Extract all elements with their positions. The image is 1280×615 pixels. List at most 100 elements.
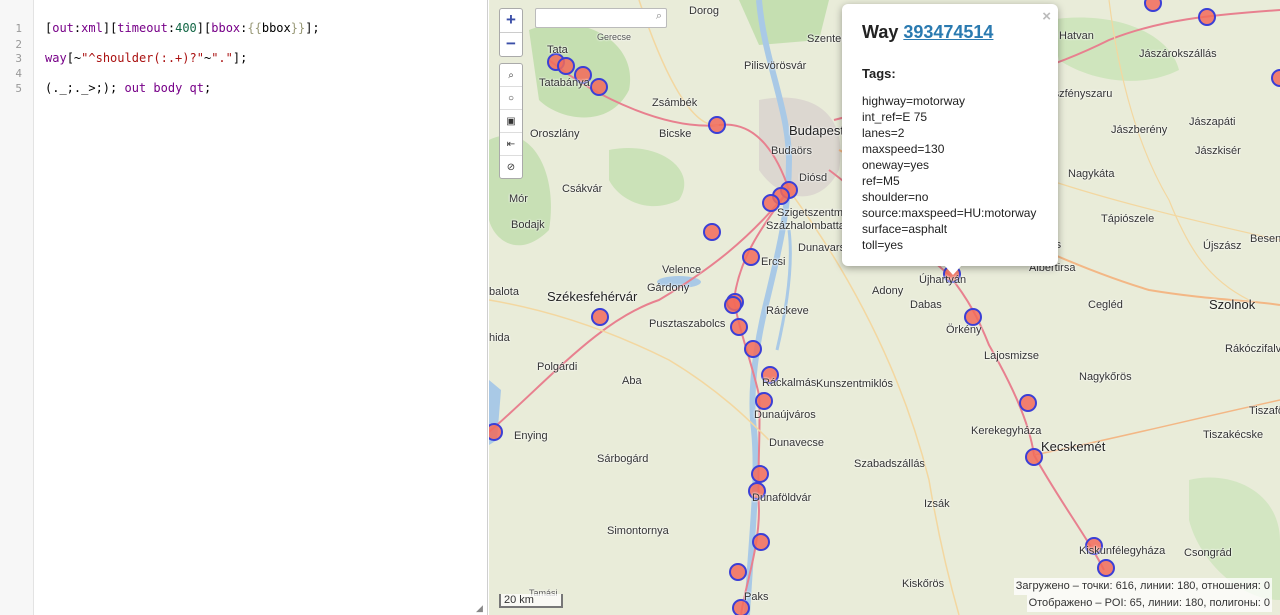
zoom-control: + − [499, 8, 523, 57]
city-label: Szenter [807, 33, 845, 45]
code-token: body [146, 81, 183, 95]
popup-tip [944, 265, 962, 275]
road-segment-marker[interactable] [752, 533, 770, 551]
road-segment-marker[interactable] [964, 308, 982, 326]
code-token: way [45, 51, 67, 65]
city-label: Kiskőrös [902, 578, 945, 590]
city-label: Dunaföldvár [752, 492, 812, 504]
road-segment-marker[interactable] [1019, 394, 1037, 412]
map-tools: ⌕ ○ ▣ ⇤ ⊘ [499, 63, 523, 179]
road-segment-marker[interactable] [1025, 448, 1043, 466]
city-label: Diósd [799, 172, 828, 184]
map-search-input[interactable]: ⌕ [535, 8, 667, 28]
code-token: {{ [247, 21, 262, 35]
code-token: xml [81, 21, 103, 35]
city-label: Dunavecse [769, 437, 825, 449]
code-token: "." [211, 51, 233, 65]
road-segment-marker[interactable] [724, 296, 742, 314]
city-label: Dabas [910, 299, 942, 311]
map-view[interactable]: Dorog Szenter Gerecse Pilisvörösvár Tata Tata… [489, 0, 1280, 615]
code-line[interactable]: [out:xml][timeout:400][bbox:{{bbox}}]; [45, 21, 320, 35]
city-label: Kiskunfélegyháza [1079, 545, 1166, 557]
city-label: hida [489, 332, 510, 344]
road-segment-marker[interactable] [751, 465, 769, 483]
data-stats: Загружено – точки: 616, линии: 180, отно… [1013, 578, 1272, 612]
locate-icon[interactable]: ○ [500, 86, 522, 109]
city-label: Paks [744, 591, 769, 603]
code-token: "^shoulder(:.+)?" [81, 51, 204, 65]
city-label: Kecskemét [1041, 439, 1106, 454]
zoom-in-button[interactable]: + [500, 9, 522, 32]
code-token: qt [182, 81, 204, 95]
road-segment-marker[interactable] [742, 248, 760, 266]
road-segment-marker[interactable] [1271, 69, 1280, 87]
layers-icon[interactable]: ▣ [500, 109, 522, 132]
road-segment-marker[interactable] [730, 318, 748, 336]
search-location-icon[interactable]: ⌕ [500, 64, 522, 86]
tag-entry: ref=M5 [862, 174, 900, 188]
search-icon[interactable]: ⌕ [656, 10, 662, 23]
city-label: Dorog [689, 5, 719, 17]
city-label: Pilisvörösvár [744, 60, 807, 72]
scale-bar: 20 km [499, 594, 563, 608]
road-segment-marker[interactable] [703, 223, 721, 241]
tag-entry: int_ref=E 75 [862, 110, 928, 124]
stats-loaded: Загружено – точки: 616, линии: 180, отно… [1013, 578, 1272, 595]
line-number-gutter: 12345 [0, 0, 34, 615]
city-label: Pusztaszabolcs [649, 318, 726, 330]
popup-title: Way 393474514 [862, 22, 993, 43]
stats-displayed: Отображено – POI: 65, линии: 180, полиго… [1026, 595, 1272, 612]
tags-heading: Tags: [862, 66, 896, 81]
line-number: 1 [15, 22, 22, 35]
resize-grip-icon[interactable]: ◢ [476, 604, 484, 613]
road-segment-marker[interactable] [489, 423, 503, 441]
code-token: (._;._>;); [45, 81, 125, 95]
code-token: bbox [261, 21, 291, 35]
way-id-link[interactable]: 393474514 [903, 22, 993, 42]
city-label: Cegléd [1088, 299, 1123, 311]
road-segment-marker[interactable] [590, 78, 608, 96]
fit-data-icon[interactable]: ⇤ [500, 132, 522, 155]
road-segment-marker[interactable] [557, 57, 575, 75]
city-label: Kunszentmiklós [816, 378, 894, 390]
city-label: Ercsi [761, 256, 786, 268]
tag-entry: maxspeed=130 [862, 142, 945, 156]
tag-entry: surface=asphalt [862, 222, 948, 236]
city-label: Ráckalmás [762, 377, 817, 389]
road-segment-marker[interactable] [755, 392, 773, 410]
city-label: Újhartyán [919, 274, 967, 286]
query-editor[interactable]: 12345 [out:xml][timeout:400][bbox:{{bbox… [0, 0, 488, 615]
road-segment-marker[interactable] [1198, 8, 1216, 26]
popup-title-prefix: Way [862, 22, 904, 42]
city-label: Zsámbék [652, 97, 698, 109]
road-segment-marker[interactable] [729, 563, 747, 581]
road-segment-marker[interactable] [1097, 559, 1115, 577]
line-number: 3 [15, 52, 22, 65]
city-label: Örkény [946, 324, 982, 336]
code-line[interactable]: (._;._>;); out body qt; [45, 81, 211, 95]
city-label: Ráckeve [766, 305, 809, 317]
city-label: Nagykőrös [1079, 371, 1132, 383]
road-segment-marker[interactable] [744, 340, 762, 358]
road-segment-marker[interactable] [1144, 0, 1162, 12]
city-label: Izsák [924, 498, 950, 510]
city-label: Polgárdi [537, 361, 578, 373]
tag-entry: source:maxspeed=HU:motorway [862, 206, 1037, 220]
line-number: 4 [15, 67, 22, 80]
city-label: Oroszlány [530, 128, 580, 140]
city-label: Jászapáti [1189, 116, 1236, 128]
city-label: Bodajk [511, 219, 545, 231]
zoom-out-button[interactable]: − [500, 32, 522, 56]
road-segment-marker[interactable] [591, 308, 609, 326]
city-label: Újszász [1203, 240, 1242, 252]
city-label: Csongrád [1184, 547, 1232, 559]
toggle-data-icon[interactable]: ⊘ [500, 155, 522, 178]
city-label: Szolnok [1209, 297, 1256, 312]
code-token: ][ [196, 21, 212, 35]
code-line[interactable]: way[~"^shoulder(:.+)?"~"."]; [45, 51, 247, 65]
close-icon[interactable]: × [1042, 8, 1051, 25]
road-segment-marker[interactable] [708, 116, 726, 134]
city-label: Szigetszentm [777, 207, 844, 219]
code-token: out [124, 81, 147, 95]
city-label: Besenysz [1250, 233, 1280, 245]
